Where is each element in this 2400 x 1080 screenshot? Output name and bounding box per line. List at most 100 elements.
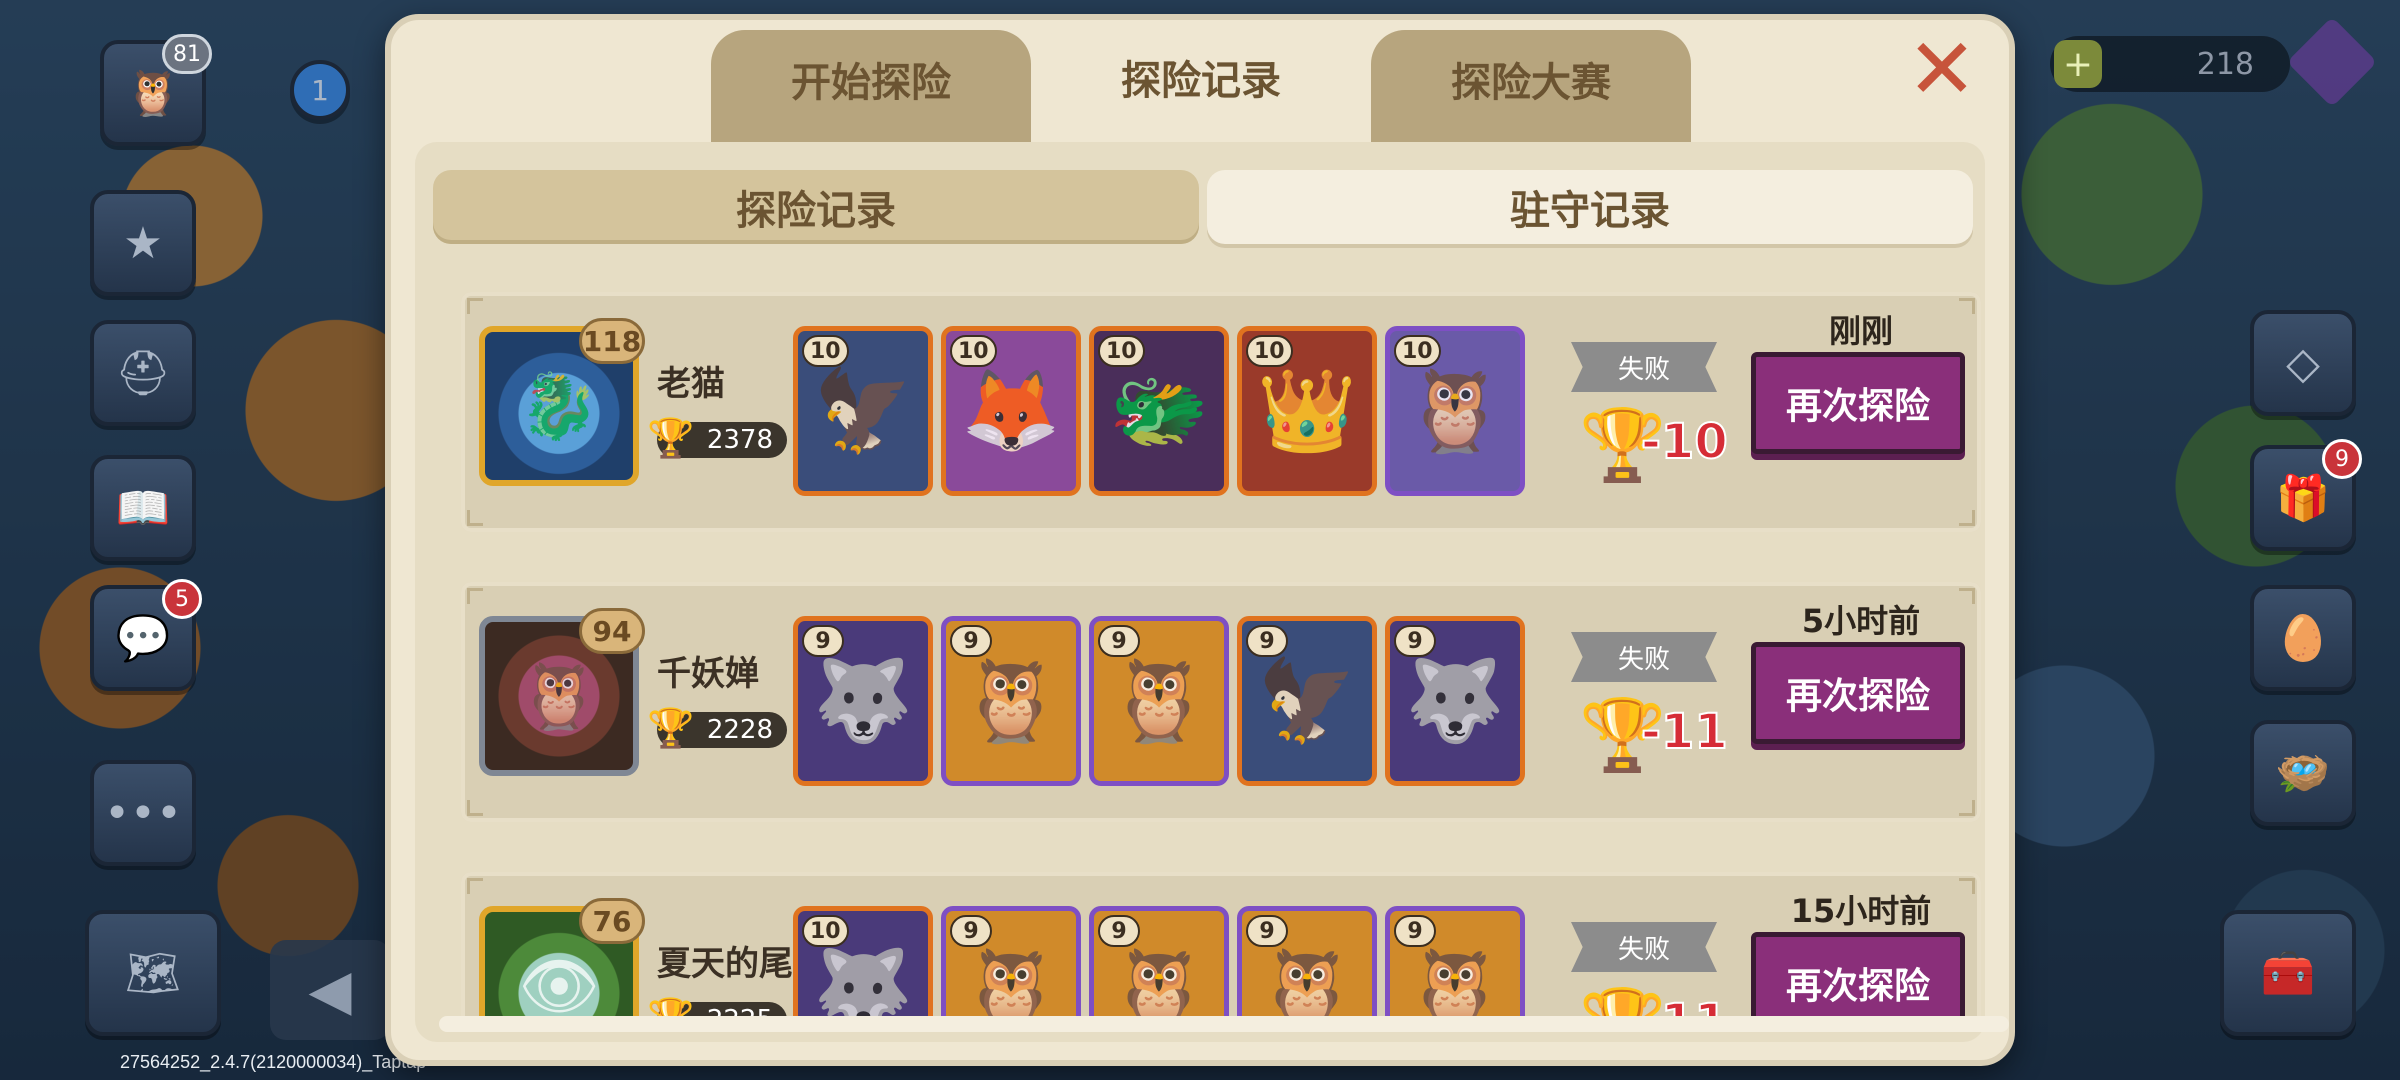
egg-icon: 🥚 xyxy=(2275,613,2331,664)
add-currency-button[interactable]: + xyxy=(2054,40,2102,88)
pet-card[interactable]: 👑 10 xyxy=(1237,326,1377,496)
result-banner: 失败 xyxy=(1571,632,1717,682)
pet-level: 10 xyxy=(1246,335,1293,367)
quest-count: 1 xyxy=(311,73,329,107)
tab-adventure-records[interactable]: 探险记录 xyxy=(1041,24,1361,152)
pet-level: 10 xyxy=(802,335,849,367)
pet-card[interactable]: 🦉 9 xyxy=(1089,906,1229,1026)
records-list[interactable]: 🐉 118 老猫 2378 🏆 🦅 10 🦊 10 🐲 10 👑 10 🦉 10 失败 🏆… xyxy=(461,292,1981,1026)
pet-card[interactable]: 🦉 9 xyxy=(941,616,1081,786)
pet-card[interactable]: 🦉 9 xyxy=(1385,906,1525,1026)
player-level-badge: 118 xyxy=(579,318,645,364)
adventure-again-button[interactable]: 再次探险 xyxy=(1751,642,1965,744)
owl-avatar-icon: 🦉 xyxy=(125,68,181,119)
pet-level: 9 xyxy=(802,625,844,657)
pet-level: 10 xyxy=(950,335,997,367)
nest-button[interactable]: 🪺 xyxy=(2250,720,2356,826)
pet-card[interactable]: 🐺 9 xyxy=(793,616,933,786)
pet-level: 9 xyxy=(950,915,992,947)
record-row: 🐉 118 老猫 2378 🏆 🦅 10 🦊 10 🐲 10 👑 10 🦉 10 失败 🏆… xyxy=(461,292,1981,532)
record-time: 刚刚 xyxy=(1828,312,1893,350)
star-icon: ★ xyxy=(123,217,163,269)
book-icon: 📖 xyxy=(115,483,171,534)
treasure-chest-icon: 🧰 xyxy=(2260,948,2316,999)
gift-button[interactable]: 🎁 9 xyxy=(2250,439,2362,551)
griffin-icon: 🦅 xyxy=(1257,654,1357,747)
list-bottom-edge xyxy=(439,1016,2009,1032)
player-name: 千妖婵 xyxy=(657,654,759,694)
creature-portrait-icon: 👁 xyxy=(518,949,600,1024)
team-lineup: 🐺 10 🦉 9 🦉 9 🦉 9 🦉 9 xyxy=(793,906,1525,1026)
pet-card[interactable]: 🐲 10 xyxy=(1089,326,1229,496)
adventure-again-button[interactable]: 再次探险 xyxy=(1751,932,1965,1026)
map-icon: 🗺 xyxy=(125,948,181,999)
close-icon: ✕ xyxy=(1906,20,1978,118)
record-row: 👁 76 夏天的尾巴 2225 🏆 🐺10 🦉9 🦉9 🦉9 🦉9 失败 🏆 -… xyxy=(461,872,1981,1026)
pet-card[interactable]: 🐺 9 xyxy=(1385,616,1525,786)
corner-ornament xyxy=(467,510,483,526)
trophy-change: -10 xyxy=(1640,413,1729,471)
level-badge: 81 xyxy=(162,34,212,74)
pet-card[interactable]: 🦉 10 xyxy=(1385,326,1525,496)
pet-card[interactable]: 🐺 10 xyxy=(793,906,933,1026)
dragon-portrait-icon: 🐉 xyxy=(519,369,599,444)
record-row: 🦉 94 千妖婵 2228 🏆 🐺 9 🦉 9 🦉 9 🦅 9 🐺 9 失败 🏆 -11 … xyxy=(461,582,1981,822)
tab-adventure-contest[interactable]: 探险大赛 xyxy=(1371,30,1691,150)
owl-icon: 🦉 xyxy=(1109,654,1209,747)
owl-icon: 🦉 xyxy=(1405,944,1505,1026)
pet-card[interactable]: 🦉 9 xyxy=(1237,906,1377,1026)
pet-card[interactable]: 🦉 9 xyxy=(941,906,1081,1026)
record-time: 15小时前 xyxy=(1790,892,1932,930)
currency-display: + 218 xyxy=(2050,36,2290,92)
result-banner: 失败 xyxy=(1571,922,1717,972)
pet-level: 9 xyxy=(1098,625,1140,657)
dialog-tabs: 开始探险 探险记录 探险大赛 xyxy=(711,24,1691,152)
pet-card[interactable]: 🦅 9 xyxy=(1237,616,1377,786)
egg-button[interactable]: 🥚 xyxy=(2250,585,2356,691)
pet-card[interactable]: 🦅 10 xyxy=(793,326,933,496)
team-lineup: 🐺 9 🦉 9 🦉 9 🦅 9 🐺 9 xyxy=(793,616,1525,786)
adventure-again-button[interactable]: 再次探险 xyxy=(1751,352,1965,454)
profile-button[interactable]: 🦉 81 xyxy=(100,34,212,146)
pet-card[interactable]: 🦉 9 xyxy=(1089,616,1229,786)
pet-level: 9 xyxy=(950,625,992,657)
seahorse-king-icon: 👑 xyxy=(1257,364,1357,457)
player-level-badge: 76 xyxy=(579,898,645,944)
book-button[interactable]: 📖 xyxy=(90,455,196,561)
griffin-icon: 🦅 xyxy=(813,364,913,457)
dragon-icon: 🐲 xyxy=(1109,364,1209,457)
pet-level: 10 xyxy=(1098,335,1145,367)
quest-button[interactable]: 1 xyxy=(290,60,350,120)
chat-button[interactable]: 💬 5 xyxy=(90,579,202,691)
owl-icon: 🦉 xyxy=(961,944,1061,1026)
result-banner: 失败 xyxy=(1571,342,1717,392)
trophy-change: -11 xyxy=(1640,703,1729,761)
wolf-icon: 🐺 xyxy=(813,944,913,1026)
previous-arrow-button[interactable]: ◀ xyxy=(270,940,390,1040)
gift-icon: 🎁 xyxy=(2275,473,2331,524)
subtab-adventure-records[interactable]: 探险记录 xyxy=(433,170,1199,244)
pet-level: 10 xyxy=(802,915,849,947)
subtab-defense-records[interactable]: 驻守记录 xyxy=(1207,170,1973,244)
guild-button[interactable]: ◇ xyxy=(2250,310,2356,416)
close-button[interactable]: ✕ xyxy=(1905,27,1979,111)
more-button[interactable]: ••• xyxy=(90,760,196,866)
corner-ornament xyxy=(1959,800,1975,816)
chat-badge: 5 xyxy=(162,579,202,619)
knight-button[interactable]: ⛑ xyxy=(90,320,196,426)
corner-ornament xyxy=(467,878,483,894)
diamond-emblem-icon: ◇ xyxy=(2286,337,2320,389)
tab-start-adventure[interactable]: 开始探险 xyxy=(711,30,1031,150)
corner-ornament xyxy=(467,588,483,604)
records-panel: 探险记录 驻守记录 🐉 118 老猫 2378 🏆 🦅 10 🦊 10 🐲 10… xyxy=(415,142,2009,1042)
map-button[interactable]: 🗺 xyxy=(85,910,221,1036)
helmet-icon: ⛑ xyxy=(115,348,171,399)
treasure-button[interactable]: 🧰 xyxy=(2220,910,2356,1036)
record-subtabs: 探险记录 驻守记录 xyxy=(433,170,1973,244)
corner-ornament xyxy=(467,298,483,314)
pet-level: 9 xyxy=(1098,915,1140,947)
owl-icon: 🦉 xyxy=(1109,944,1209,1026)
favorites-button[interactable]: ★ xyxy=(90,190,196,296)
pet-card[interactable]: 🦊 10 xyxy=(941,326,1081,496)
owl-portrait-icon: 🦉 xyxy=(519,659,599,734)
